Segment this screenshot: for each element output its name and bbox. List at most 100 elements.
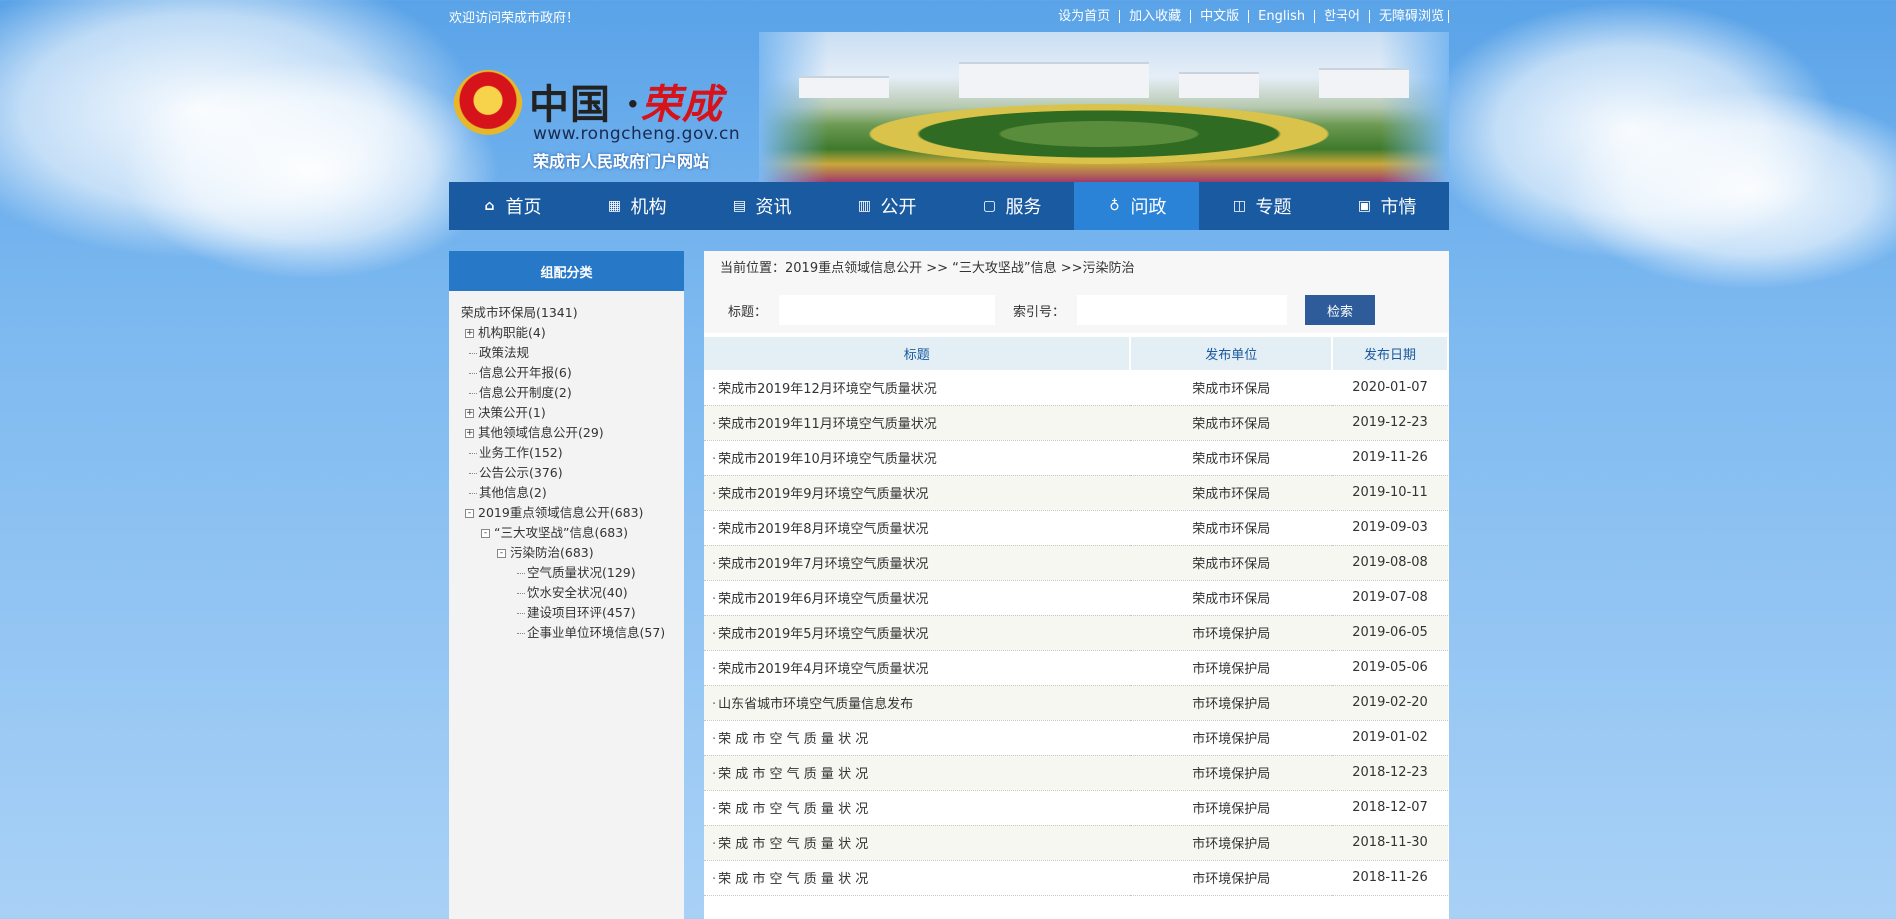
site-logo[interactable]: ★ 中国 ·荣成 www.rongcheng.gov.cn 荣成市人民政府门户网… — [449, 32, 759, 182]
row-title-cell[interactable]: · 荣 成 市 空 气 质 量 状 况 — [704, 825, 1131, 861]
table-row[interactable]: · 荣成市2019年11月环境空气质量状况 荣成市环保局 2019-12-23 — [704, 405, 1448, 441]
table-row[interactable]: · 荣成市2019年9月环境空气质量状况 荣成市环保局 2019-10-11 — [704, 475, 1448, 511]
tree-item[interactable]: 其他信息(2) — [461, 483, 684, 503]
nav-item-inquiry[interactable]: ♁ 问政 — [1074, 182, 1199, 230]
row-title-link[interactable]: 荣 成 市 空 气 质 量 状 况 — [718, 732, 868, 747]
row-title-link[interactable]: 山东省城市环境空气质量信息发布 — [718, 697, 913, 712]
row-title-cell[interactable]: · 荣 成 市 空 气 质 量 状 况 — [704, 755, 1131, 791]
tree-item-label[interactable]: 业务工作(152) — [479, 445, 563, 460]
tree-item-label[interactable]: 污染防治(683) — [510, 545, 594, 560]
row-title-link[interactable]: 荣成市2019年5月环境空气质量状况 — [718, 627, 928, 642]
korean-version-link[interactable]: 한국어 — [1315, 9, 1370, 23]
accessibility-link[interactable]: 无障碍浏览 — [1370, 9, 1449, 23]
nav-item-home[interactable]: ⌂ 首页 — [449, 182, 574, 230]
expand-icon[interactable]: + — [465, 409, 474, 418]
row-title-link[interactable]: 荣成市2019年7月环境空气质量状况 — [718, 557, 928, 572]
tree-item[interactable]: -2019重点领域信息公开(683) — [461, 503, 684, 523]
nav-item-organization[interactable]: ▦ 机构 — [574, 182, 699, 230]
nav-item-news[interactable]: ▤ 资讯 — [699, 182, 824, 230]
row-title-link[interactable]: 荣 成 市 空 气 质 量 状 况 — [718, 802, 868, 817]
search-button[interactable]: 检索 — [1305, 295, 1376, 325]
collapse-icon[interactable]: - — [481, 529, 490, 538]
collapse-icon[interactable]: - — [465, 509, 474, 518]
row-title-link[interactable]: 荣 成 市 空 气 质 量 状 况 — [718, 872, 868, 887]
tree-item[interactable]: 信息公开制度(2) — [461, 383, 684, 403]
tree-item-label[interactable]: 建设项目环评(457) — [527, 605, 636, 620]
tree-item[interactable]: 业务工作(152) — [461, 443, 684, 463]
row-title-link[interactable]: 荣 成 市 空 气 质 量 状 况 — [718, 767, 868, 782]
tree-item-label[interactable]: 机构职能(4) — [478, 325, 546, 340]
tree-item[interactable]: - 污染防治(683) — [461, 543, 684, 563]
tree-item[interactable]: + 决策公开(1) — [461, 403, 684, 423]
row-title-cell[interactable]: · 荣 成 市 空 气 质 量 状 况 — [704, 720, 1131, 756]
row-title-link[interactable]: 荣成市2019年6月环境空气质量状况 — [718, 592, 928, 607]
row-title-link[interactable]: 荣 成 市 空 气 质 量 状 况 — [718, 837, 868, 852]
tree-item[interactable]: + 机构职能(4) — [461, 323, 684, 343]
row-title-link[interactable]: 荣成市2019年12月环境空气质量状况 — [718, 382, 937, 397]
row-title-cell[interactable]: · 荣成市2019年5月环境空气质量状况 — [704, 615, 1131, 651]
nav-item-service[interactable]: ▢ 服务 — [949, 182, 1074, 230]
table-row[interactable]: · 荣成市2019年5月环境空气质量状况 市环境保护局 2019-06-05 — [704, 615, 1448, 651]
set-homepage-link[interactable]: 设为首页 — [1049, 9, 1121, 23]
tree-item-label[interactable]: 2019重点领域信息公开(683) — [478, 505, 643, 520]
tree-item-label[interactable]: 信息公开制度(2) — [479, 385, 572, 400]
tree-item-label[interactable]: 企事业单位环境信息(57) — [527, 625, 665, 640]
chinese-version-link[interactable]: 中文版 — [1191, 9, 1250, 23]
tree-item-label[interactable]: 信息公开年报(6) — [479, 365, 572, 380]
row-title-cell[interactable]: · 荣成市2019年9月环境空气质量状况 — [704, 475, 1131, 511]
table-row[interactable]: · 荣成市2019年7月环境空气质量状况 荣成市环保局 2019-08-08 — [704, 545, 1448, 581]
row-title-link[interactable]: 荣成市2019年8月环境空气质量状况 — [718, 522, 928, 537]
english-version-link[interactable]: English — [1249, 9, 1316, 23]
table-row[interactable]: · 荣 成 市 空 气 质 量 状 况市环境保护局 2018-12-07 — [704, 790, 1448, 826]
tree-item[interactable]: 建设项目环评(457) — [461, 603, 684, 623]
row-title-cell[interactable]: · 荣成市2019年7月环境空气质量状况 — [704, 545, 1131, 581]
table-row[interactable]: · 荣成市2019年6月环境空气质量状况 荣成市环保局 2019-07-08 — [704, 580, 1448, 616]
nav-item-city-info[interactable]: ▣ 市情 — [1324, 182, 1449, 230]
tree-item[interactable]: + 其他领域信息公开(29) — [461, 423, 684, 443]
row-title-cell[interactable]: · 荣成市2019年4月环境空气质量状况 — [704, 650, 1131, 686]
table-row[interactable]: · 荣成市2019年12月环境空气质量状况 荣成市环保局 2020-01-07 — [704, 370, 1448, 406]
row-title-cell[interactable]: · 荣 成 市 空 气 质 量 状 况 — [704, 790, 1131, 826]
table-row[interactable]: · 荣 成 市 空 气 质 量 状 况市环境保护局 2018-11-26 — [704, 860, 1448, 896]
row-title-cell[interactable]: · 荣 成 市 空 气 质 量 状 况 — [704, 860, 1131, 896]
row-title-link[interactable]: 荣成市2019年4月环境空气质量状况 — [718, 662, 928, 677]
add-favorite-link[interactable]: 加入收藏 — [1120, 9, 1192, 23]
tree-item[interactable]: 企事业单位环境信息(57) — [461, 623, 684, 643]
tree-item-label[interactable]: “三大攻坚战”信息(683) — [494, 525, 628, 540]
title-search-input[interactable] — [779, 295, 996, 325]
tree-item-label[interactable]: 其他领域信息公开(29) — [478, 425, 604, 440]
tree-item[interactable]: 荣成市环保局(1341) — [461, 303, 684, 323]
tree-item[interactable]: - “三大攻坚战”信息(683) — [461, 523, 684, 543]
tree-item-label[interactable]: 饮水安全状况(40) — [527, 585, 628, 600]
row-title-cell[interactable]: · 荣成市2019年10月环境空气质量状况 — [704, 440, 1131, 476]
row-title-cell[interactable]: · 荣成市2019年12月环境空气质量状况 — [704, 370, 1131, 406]
tree-item-label[interactable]: 决策公开(1) — [478, 405, 546, 420]
row-title-link[interactable]: 荣成市2019年9月环境空气质量状况 — [718, 487, 928, 502]
row-title-cell[interactable]: · 荣成市2019年6月环境空气质量状况 — [704, 580, 1131, 616]
nav-item-public[interactable]: ▥ 公开 — [824, 182, 949, 230]
expand-icon[interactable]: + — [465, 429, 474, 438]
table-row[interactable]: · 荣成市2019年4月环境空气质量状况 市环境保护局 2019-05-06 — [704, 650, 1448, 686]
table-row[interactable]: · 荣成市2019年10月环境空气质量状况 荣成市环保局 2019-11-26 — [704, 440, 1448, 476]
expand-icon[interactable]: + — [465, 329, 474, 338]
tree-item-label[interactable]: 其他信息(2) — [479, 485, 547, 500]
tree-item[interactable]: 饮水安全状况(40) — [461, 583, 684, 603]
row-title-cell[interactable]: · 荣成市2019年11月环境空气质量状况 — [704, 405, 1131, 441]
table-row[interactable]: · 山东省城市环境空气质量信息发布 市环境保护局 2019-02-20 — [704, 685, 1448, 721]
tree-item-label[interactable]: 空气质量状况(129) — [527, 565, 636, 580]
tree-item[interactable]: 政策法规 — [461, 343, 684, 363]
table-row[interactable]: · 荣 成 市 空 气 质 量 状 况市环境保护局 2018-11-30 — [704, 825, 1448, 861]
tree-item[interactable]: 信息公开年报(6) — [461, 363, 684, 383]
tree-item-label[interactable]: 政策法规 — [479, 345, 529, 360]
tree-item[interactable]: 公告公示(376) — [461, 463, 684, 483]
row-title-cell[interactable]: · 山东省城市环境空气质量信息发布 — [704, 685, 1131, 721]
row-title-cell[interactable]: · 荣成市2019年8月环境空气质量状况 — [704, 510, 1131, 546]
tree-item[interactable]: 空气质量状况(129) — [461, 563, 684, 583]
index-search-input[interactable] — [1077, 295, 1288, 325]
row-title-link[interactable]: 荣成市2019年10月环境空气质量状况 — [718, 452, 937, 467]
tree-item-label[interactable]: 荣成市环保局(1341) — [461, 305, 578, 320]
nav-item-topics[interactable]: ◫ 专题 — [1199, 182, 1324, 230]
table-row[interactable]: · 荣成市2019年8月环境空气质量状况 荣成市环保局 2019-09-03 — [704, 510, 1448, 546]
table-row[interactable]: · 荣 成 市 空 气 质 量 状 况市环境保护局 2018-12-23 — [704, 755, 1448, 791]
collapse-icon[interactable]: - — [497, 549, 506, 558]
